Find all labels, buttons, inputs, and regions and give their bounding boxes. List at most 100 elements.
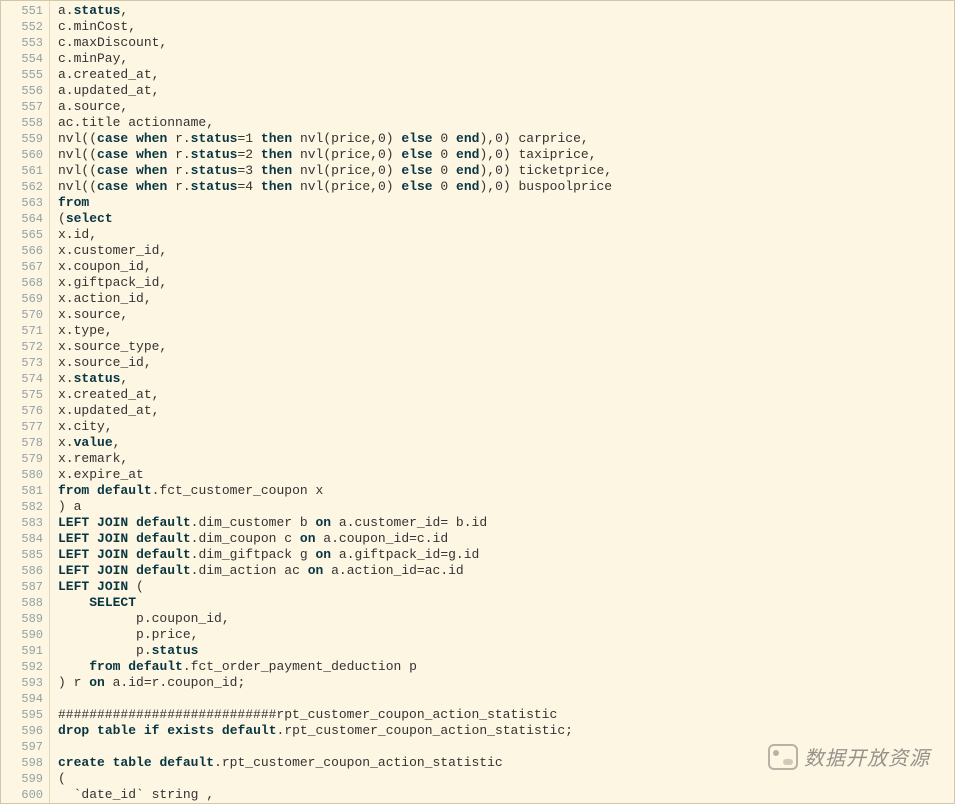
line-number: 568 [1, 275, 43, 291]
code-line[interactable]: x.remark, [58, 451, 954, 467]
line-number: 556 [1, 83, 43, 99]
line-number: 585 [1, 547, 43, 563]
line-number: 567 [1, 259, 43, 275]
line-number: 552 [1, 19, 43, 35]
code-line[interactable]: nvl((case when r.status=3 then nvl(price… [58, 163, 954, 179]
line-number: 572 [1, 339, 43, 355]
code-line[interactable]: a.created_at, [58, 67, 954, 83]
line-number: 597 [1, 739, 43, 755]
code-line[interactable]: ( [58, 771, 954, 787]
line-number: 580 [1, 467, 43, 483]
code-line[interactable]: x.source_type, [58, 339, 954, 355]
line-number: 582 [1, 499, 43, 515]
code-line[interactable]: nvl((case when r.status=4 then nvl(price… [58, 179, 954, 195]
code-line[interactable]: x.id, [58, 227, 954, 243]
line-number: 553 [1, 35, 43, 51]
code-line[interactable]: x.source_id, [58, 355, 954, 371]
code-line[interactable]: from [58, 195, 954, 211]
code-line[interactable]: c.minCost, [58, 19, 954, 35]
line-number: 583 [1, 515, 43, 531]
line-number: 551 [1, 3, 43, 19]
code-line[interactable]: x.coupon_id, [58, 259, 954, 275]
code-line[interactable]: x.status, [58, 371, 954, 387]
code-line[interactable]: a.status, [58, 3, 954, 19]
code-line[interactable]: nvl((case when r.status=1 then nvl(price… [58, 131, 954, 147]
line-number: 592 [1, 659, 43, 675]
line-number: 563 [1, 195, 43, 211]
code-line[interactable]: LEFT JOIN default.dim_customer b on a.cu… [58, 515, 954, 531]
line-number: 565 [1, 227, 43, 243]
code-line[interactable]: LEFT JOIN default.dim_coupon c on a.coup… [58, 531, 954, 547]
code-line[interactable]: ############################rpt_customer… [58, 707, 954, 723]
line-number: 590 [1, 627, 43, 643]
code-line[interactable]: c.maxDiscount, [58, 35, 954, 51]
code-line[interactable]: a.updated_at, [58, 83, 954, 99]
code-line[interactable]: nvl((case when r.status=2 then nvl(price… [58, 147, 954, 163]
code-line[interactable]: p.price, [58, 627, 954, 643]
line-number: 584 [1, 531, 43, 547]
line-number: 578 [1, 435, 43, 451]
code-area[interactable]: a.status,c.minCost,c.maxDiscount,c.minPa… [50, 1, 954, 803]
code-line[interactable]: `date_id` string , [58, 787, 954, 803]
code-line[interactable]: a.source, [58, 99, 954, 115]
code-line[interactable]: LEFT JOIN default.dim_giftpack g on a.gi… [58, 547, 954, 563]
code-line[interactable]: x.source, [58, 307, 954, 323]
line-number: 589 [1, 611, 43, 627]
line-number: 557 [1, 99, 43, 115]
line-number: 581 [1, 483, 43, 499]
code-line[interactable] [58, 691, 954, 707]
line-number: 593 [1, 675, 43, 691]
line-number: 570 [1, 307, 43, 323]
line-number: 598 [1, 755, 43, 771]
code-line[interactable]: from default.fct_customer_coupon x [58, 483, 954, 499]
code-line[interactable]: x.value, [58, 435, 954, 451]
line-number: 596 [1, 723, 43, 739]
line-number: 579 [1, 451, 43, 467]
line-number: 561 [1, 163, 43, 179]
code-line[interactable]: LEFT JOIN default.dim_action ac on a.act… [58, 563, 954, 579]
code-line[interactable]: (select [58, 211, 954, 227]
line-number: 573 [1, 355, 43, 371]
code-line[interactable]: drop table if exists default.rpt_custome… [58, 723, 954, 739]
code-line[interactable]: p.status [58, 643, 954, 659]
code-line[interactable]: from default.fct_order_payment_deduction… [58, 659, 954, 675]
line-number: 595 [1, 707, 43, 723]
line-number: 588 [1, 595, 43, 611]
line-number: 574 [1, 371, 43, 387]
line-number: 599 [1, 771, 43, 787]
code-line[interactable]: ) a [58, 499, 954, 515]
line-number: 554 [1, 51, 43, 67]
line-number: 569 [1, 291, 43, 307]
code-line[interactable]: x.giftpack_id, [58, 275, 954, 291]
code-line[interactable]: x.action_id, [58, 291, 954, 307]
code-line[interactable]: c.minPay, [58, 51, 954, 67]
line-number: 571 [1, 323, 43, 339]
code-line[interactable] [58, 739, 954, 755]
line-number: 566 [1, 243, 43, 259]
code-line[interactable]: x.expire_at [58, 467, 954, 483]
line-number: 558 [1, 115, 43, 131]
line-number-gutter: 5515525535545555565575585595605615625635… [1, 1, 50, 803]
code-line[interactable]: x.city, [58, 419, 954, 435]
line-number: 560 [1, 147, 43, 163]
line-number: 562 [1, 179, 43, 195]
line-number: 594 [1, 691, 43, 707]
line-number: 576 [1, 403, 43, 419]
code-line[interactable]: x.created_at, [58, 387, 954, 403]
code-line[interactable]: x.updated_at, [58, 403, 954, 419]
code-line[interactable]: SELECT [58, 595, 954, 611]
line-number: 591 [1, 643, 43, 659]
code-line[interactable]: create table default.rpt_customer_coupon… [58, 755, 954, 771]
code-line[interactable]: ) r on a.id=r.coupon_id; [58, 675, 954, 691]
code-editor: 5515525535545555565575585595605615625635… [0, 0, 955, 804]
code-line[interactable]: x.type, [58, 323, 954, 339]
code-line[interactable]: p.coupon_id, [58, 611, 954, 627]
line-number: 575 [1, 387, 43, 403]
line-number: 600 [1, 787, 43, 803]
line-number: 587 [1, 579, 43, 595]
line-number: 586 [1, 563, 43, 579]
line-number: 555 [1, 67, 43, 83]
code-line[interactable]: LEFT JOIN ( [58, 579, 954, 595]
code-line[interactable]: x.customer_id, [58, 243, 954, 259]
code-line[interactable]: ac.title actionname, [58, 115, 954, 131]
